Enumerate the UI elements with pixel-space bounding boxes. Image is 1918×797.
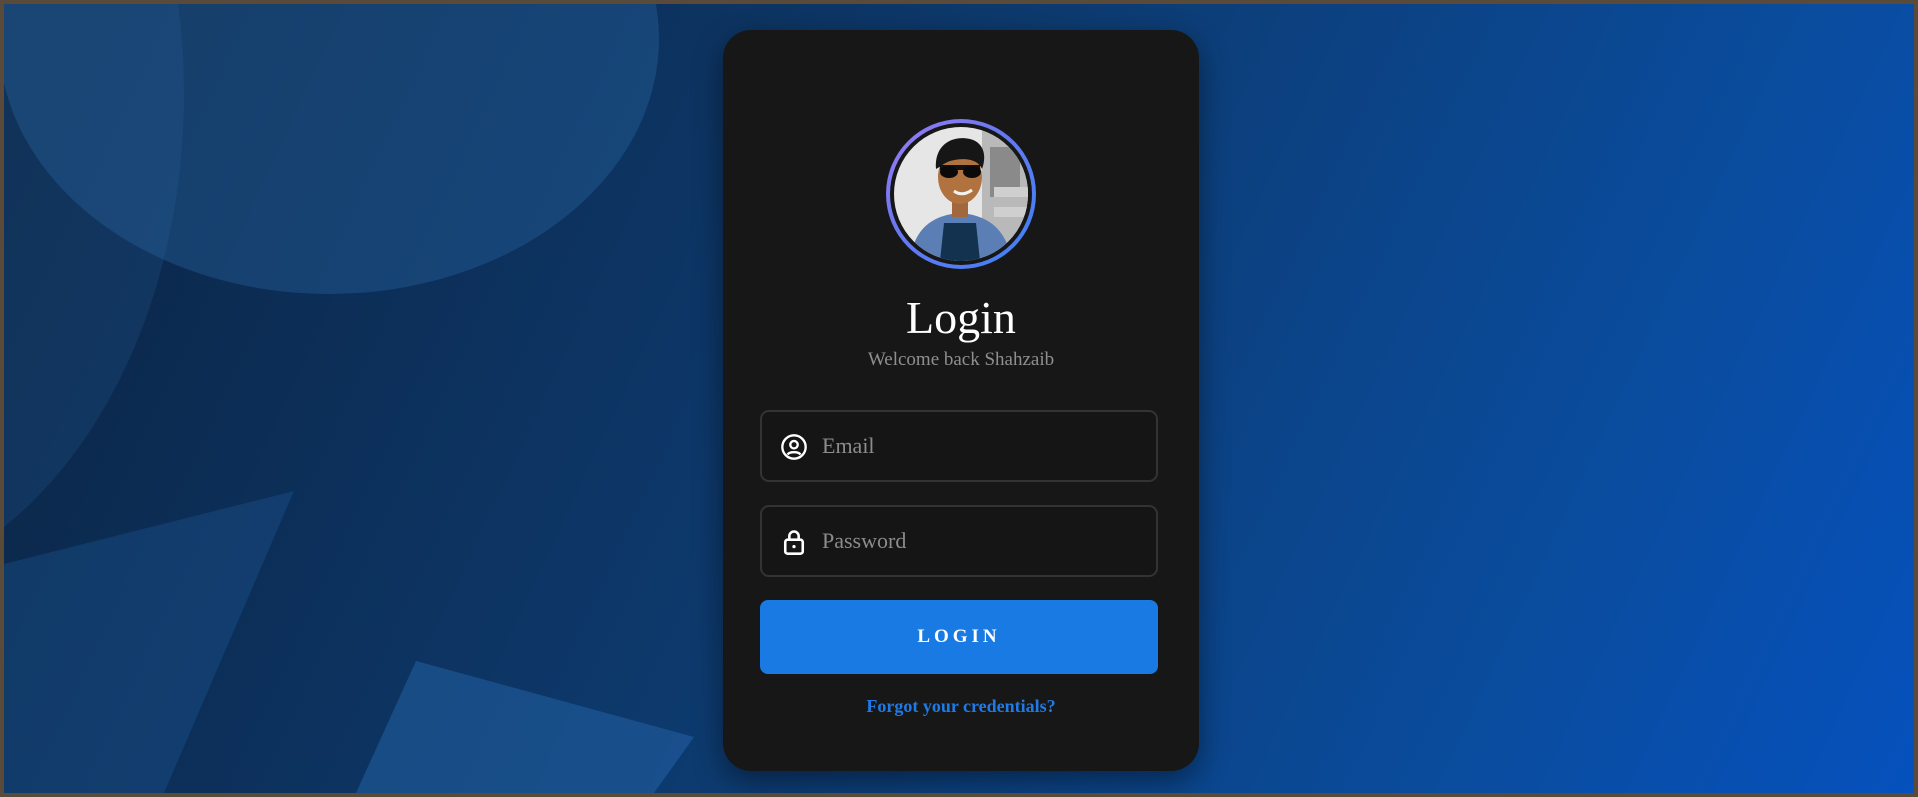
forgot-credentials-link[interactable]: Forgot your credentials?: [723, 694, 1199, 718]
user-circle-icon: [781, 434, 807, 460]
page-background: Login Welcome back Shahzaib LOGIN Forgot…: [4, 4, 1914, 793]
email-field[interactable]: [760, 410, 1158, 482]
background-square: [356, 661, 694, 793]
background-triangle: [4, 491, 294, 793]
profile-photo-illustration: [894, 127, 1028, 261]
page-title: Login: [906, 292, 1016, 343]
password-input[interactable]: [822, 507, 1142, 575]
login-button[interactable]: LOGIN: [760, 600, 1158, 674]
email-input[interactable]: [822, 412, 1142, 480]
lock-icon: [783, 530, 805, 555]
welcome-message: Welcome back Shahzaib: [867, 349, 1055, 370]
avatar: [886, 119, 1036, 269]
password-field[interactable]: [760, 505, 1158, 577]
login-card: Login Welcome back Shahzaib LOGIN Forgot…: [723, 30, 1199, 771]
profile-photo: [894, 127, 1028, 261]
